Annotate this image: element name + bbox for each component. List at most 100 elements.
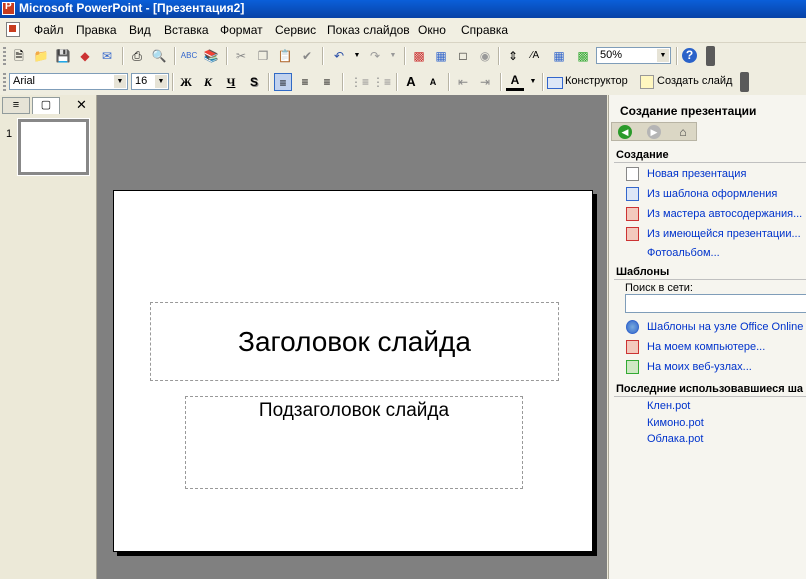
undo-icon[interactable]: ↶ [330, 47, 348, 65]
show-formatting-icon[interactable]: ⁄A [526, 47, 544, 65]
show-grid-icon[interactable]: ▦ [550, 47, 568, 65]
copy-icon[interactable]: ❐ [254, 47, 272, 65]
separator [500, 73, 502, 91]
slides-tab-icon[interactable]: ▢ [32, 97, 60, 114]
shrink-font-button[interactable]: A [424, 73, 442, 91]
link-from-design-template[interactable]: Из шаблона оформления [647, 188, 777, 200]
title-placeholder[interactable]: Заголовок слайда [150, 302, 559, 381]
format-painter-icon[interactable]: ✔ [298, 47, 316, 65]
undo-dropdown-icon[interactable]: ▼ [348, 47, 366, 65]
font-size-select[interactable]: 16 ▼ [131, 73, 169, 90]
separator [342, 73, 344, 91]
slide-thumbnail[interactable] [17, 118, 90, 176]
shadow-button[interactable]: S [245, 73, 263, 91]
slide-number: 1 [6, 128, 13, 140]
spelling-icon[interactable]: ABC [180, 47, 198, 65]
menu-tools[interactable]: Сервис [275, 23, 316, 37]
new-document-icon[interactable]: 🗎 [10, 47, 28, 65]
print-icon[interactable]: ⎙ [128, 47, 146, 65]
recent-template-item[interactable]: Облака.pot [647, 433, 703, 445]
search-input[interactable] [625, 294, 806, 313]
bullets-icon[interactable]: ⋮≡ [372, 73, 391, 91]
font-color-button[interactable]: A [506, 73, 524, 91]
office-online-icon [626, 320, 639, 334]
menu-help[interactable]: Справка [461, 23, 508, 37]
document-icon[interactable] [6, 22, 20, 37]
insert-table-icon[interactable]: ▦ [432, 47, 450, 65]
divider [614, 279, 806, 280]
slide-canvas[interactable]: Заголовок слайда Подзаголовок слайда [113, 190, 593, 552]
chevron-down-icon[interactable]: ▼ [657, 49, 669, 62]
email-icon[interactable]: ✉ [98, 47, 116, 65]
toolbar-grip[interactable] [3, 73, 6, 91]
menu-slideshow[interactable]: Показ слайдов [327, 23, 410, 37]
forward-arrow-icon[interactable]: ▶ [647, 125, 661, 139]
underline-button[interactable]: Ч [222, 73, 240, 91]
menu-file[interactable]: Файл [34, 23, 64, 37]
menu-window[interactable]: Окно [418, 23, 446, 37]
paste-icon[interactable]: 📋 [276, 47, 294, 65]
open-folder-icon[interactable]: 📁 [32, 47, 50, 65]
menu-format[interactable]: Формат [220, 23, 263, 37]
toolbar-options-icon[interactable] [740, 72, 749, 92]
zoom-value: 50% [600, 49, 623, 61]
task-pane-title[interactable]: Создание презентации [620, 104, 756, 118]
link-new-presentation[interactable]: Новая презентация [647, 168, 746, 180]
numbering-icon[interactable]: ⋮≡ [350, 73, 369, 91]
home-icon[interactable]: ⌂ [676, 125, 690, 139]
align-left-icon[interactable]: ≡ [274, 73, 292, 91]
redo-icon[interactable]: ↷ [366, 47, 384, 65]
link-templates-office-online[interactable]: Шаблоны на узле Office Online [647, 321, 803, 333]
back-arrow-icon[interactable]: ◀ [618, 125, 632, 139]
close-pane-icon[interactable]: ✕ [76, 97, 87, 113]
zoom-select[interactable]: 50% ▼ [596, 47, 671, 64]
title-bar: Microsoft PowerPoint - [Презентация2] [0, 0, 806, 18]
menu-insert[interactable]: Вставка [164, 23, 209, 37]
link-autocontent-wizard[interactable]: Из мастера автосодержания... [647, 208, 802, 220]
design-template-icon [626, 187, 639, 201]
italic-button[interactable]: К [199, 73, 217, 91]
outline-tab-icon[interactable]: ≡ [2, 97, 30, 114]
permission-icon[interactable]: ◆ [76, 47, 94, 65]
link-on-my-web-sites[interactable]: На моих веб-узлах... [647, 361, 752, 373]
toolbar-grip[interactable] [3, 47, 6, 65]
menu-view[interactable]: Вид [129, 23, 151, 37]
standard-toolbar: 🗎 📁 💾 ◆ ✉ ⎙ 🔍 ABC 📚 ✂ ❐ 📋 ✔ ↶ ▼ ↷ ▼ ▩ ▦ … [0, 43, 806, 69]
increase-indent-icon[interactable]: ⇥ [476, 73, 494, 91]
insert-chart-icon[interactable]: ▩ [410, 47, 428, 65]
redo-dropdown-icon[interactable]: ▼ [384, 47, 402, 65]
menu-edit[interactable]: Правка [76, 23, 117, 37]
help-icon[interactable]: ? [682, 48, 697, 63]
decrease-indent-icon[interactable]: ⇤ [454, 73, 472, 91]
hyperlink-icon[interactable]: ◉ [476, 47, 494, 65]
powerpoint-app-icon[interactable] [2, 1, 15, 15]
separator [396, 73, 398, 91]
subtitle-placeholder[interactable]: Подзаголовок слайда [185, 396, 523, 489]
recent-template-item[interactable]: Кимоно.pot [647, 417, 704, 429]
window-title: Microsoft PowerPoint - [Презентация2] [19, 1, 245, 15]
align-center-icon[interactable]: ≡ [296, 73, 314, 91]
chevron-down-icon[interactable]: ▼ [155, 75, 167, 88]
toolbar-options-icon[interactable] [706, 46, 715, 66]
align-right-icon[interactable]: ≡ [318, 73, 336, 91]
tables-borders-icon[interactable]: □ [454, 47, 472, 65]
separator [322, 47, 324, 65]
font-color-dropdown-icon[interactable]: ▼ [524, 73, 542, 91]
recent-template-item[interactable]: Клен.pot [647, 400, 690, 412]
separator [268, 73, 270, 91]
new-slide-button[interactable]: Создать слайд [657, 75, 732, 87]
color-grayscale-icon[interactable]: ▩ [574, 47, 592, 65]
expand-all-icon[interactable]: ⇕ [504, 47, 522, 65]
research-icon[interactable]: 📚 [202, 47, 220, 65]
link-photo-album[interactable]: Фотоальбом... [647, 247, 720, 259]
chevron-down-icon[interactable]: ▼ [114, 75, 126, 88]
print-preview-icon[interactable]: 🔍 [150, 47, 168, 65]
grow-font-button[interactable]: A [402, 73, 420, 91]
bold-button[interactable]: Ж [177, 73, 195, 91]
save-icon[interactable]: 💾 [54, 47, 72, 65]
link-existing-presentation[interactable]: Из имеющейся презентации... [647, 228, 801, 240]
font-name-select[interactable]: Arial ▼ [9, 73, 128, 90]
link-on-my-computer[interactable]: На моем компьютере... [647, 341, 765, 353]
cut-icon[interactable]: ✂ [232, 47, 250, 65]
designer-button[interactable]: Конструктор [565, 75, 628, 87]
